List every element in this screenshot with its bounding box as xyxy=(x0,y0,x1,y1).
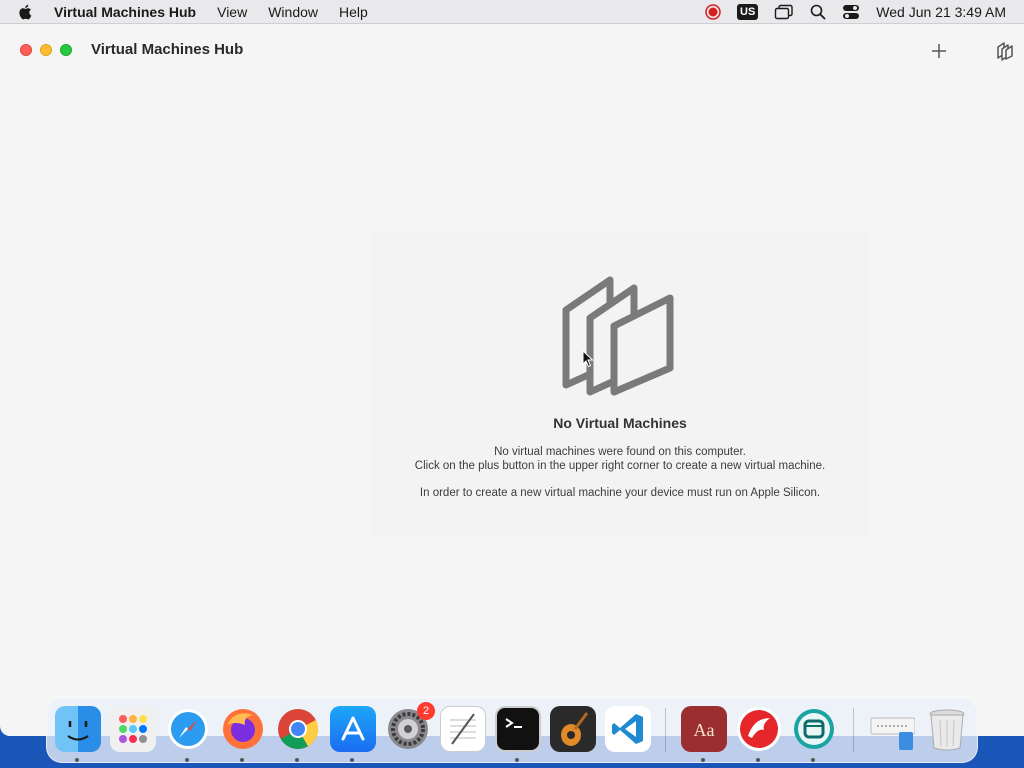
empty-state-line-2: Click on the plus button in the upper ri… xyxy=(414,460,826,472)
terminal-icon[interactable] xyxy=(495,706,541,752)
menu-help[interactable]: Help xyxy=(339,4,368,20)
firefox-icon[interactable] xyxy=(220,706,266,752)
garageband-icon[interactable] xyxy=(550,706,596,752)
apple-icon[interactable] xyxy=(18,3,36,21)
window-title: Virtual Machines Hub xyxy=(91,41,244,58)
dock-separator xyxy=(853,708,854,752)
menu-app-name[interactable]: Virtual Machines Hub xyxy=(54,4,196,20)
spotlight-search-icon[interactable] xyxy=(810,4,826,20)
vm-hub-icon[interactable] xyxy=(791,706,837,752)
empty-state-panel: No Virtual Machines No virtual machines … xyxy=(370,232,870,536)
menu-bar: Virtual Machines Hub View Window Help US… xyxy=(0,0,1024,24)
svg-text:Aa: Aa xyxy=(694,720,715,740)
trash-icon[interactable] xyxy=(924,706,970,752)
app-store-icon[interactable] xyxy=(330,706,376,752)
dock-separator xyxy=(665,708,666,752)
downloads-stack-icon[interactable] xyxy=(869,706,915,752)
zoom-button[interactable] xyxy=(60,44,72,56)
red-bird-icon[interactable] xyxy=(736,706,782,752)
title-bar: Virtual Machines Hub xyxy=(0,24,1024,76)
keyboard-layout-label: US xyxy=(737,4,759,20)
launchpad-icon[interactable] xyxy=(110,706,156,752)
app-window: Virtual Machines Hub No Virtual Machines… xyxy=(0,24,1024,736)
red-app-running-indicator xyxy=(756,758,760,762)
record-icon[interactable] xyxy=(705,4,721,20)
add-vm-button[interactable] xyxy=(927,39,951,63)
terminal-running-indicator xyxy=(515,758,519,762)
screen-mirroring-icon[interactable] xyxy=(774,4,794,20)
menu-clock[interactable]: Wed Jun 21 3:49 AM xyxy=(876,4,1006,20)
plus-icon xyxy=(932,44,946,58)
close-button[interactable] xyxy=(20,44,32,56)
system-settings-icon[interactable]: 2 xyxy=(385,702,435,752)
app-store-running-indicator xyxy=(350,758,354,762)
empty-state-description: No virtual machines were found on this c… xyxy=(370,445,870,473)
vscode-icon[interactable] xyxy=(605,706,651,752)
minimize-button[interactable] xyxy=(40,44,52,56)
textedit-icon[interactable] xyxy=(440,706,486,752)
chrome-icon[interactable] xyxy=(275,706,321,752)
dictionary-icon[interactable]: Aa xyxy=(681,706,727,752)
safari-icon[interactable] xyxy=(165,706,211,752)
finder-icon[interactable] xyxy=(55,706,101,752)
dictionary-running-indicator xyxy=(701,758,705,762)
empty-state-note: In order to create a new virtual machine… xyxy=(419,487,821,499)
mouse-cursor-icon xyxy=(582,350,594,368)
empty-state-line-1: No virtual machines were found on this c… xyxy=(494,446,746,458)
chrome-running-indicator xyxy=(295,758,299,762)
empty-state-title: No Virtual Machines xyxy=(553,415,687,431)
finder-running-indicator xyxy=(75,758,79,762)
vm-library-button[interactable] xyxy=(993,39,1017,63)
vm-hub-running-indicator xyxy=(811,758,815,762)
menu-window[interactable]: Window xyxy=(268,4,318,20)
control-center-icon[interactable] xyxy=(842,4,860,20)
vm-stack-icon xyxy=(562,276,674,396)
keyboard-layout-badge[interactable]: US xyxy=(737,4,759,20)
dock: 2 Aa xyxy=(46,697,978,763)
menu-view[interactable]: View xyxy=(217,4,247,20)
firefox-running-indicator xyxy=(240,758,244,762)
vm-stack-icon xyxy=(997,42,1013,61)
notification-badge: 2 xyxy=(417,702,435,720)
safari-running-indicator xyxy=(185,758,189,762)
traffic-lights xyxy=(20,44,72,56)
